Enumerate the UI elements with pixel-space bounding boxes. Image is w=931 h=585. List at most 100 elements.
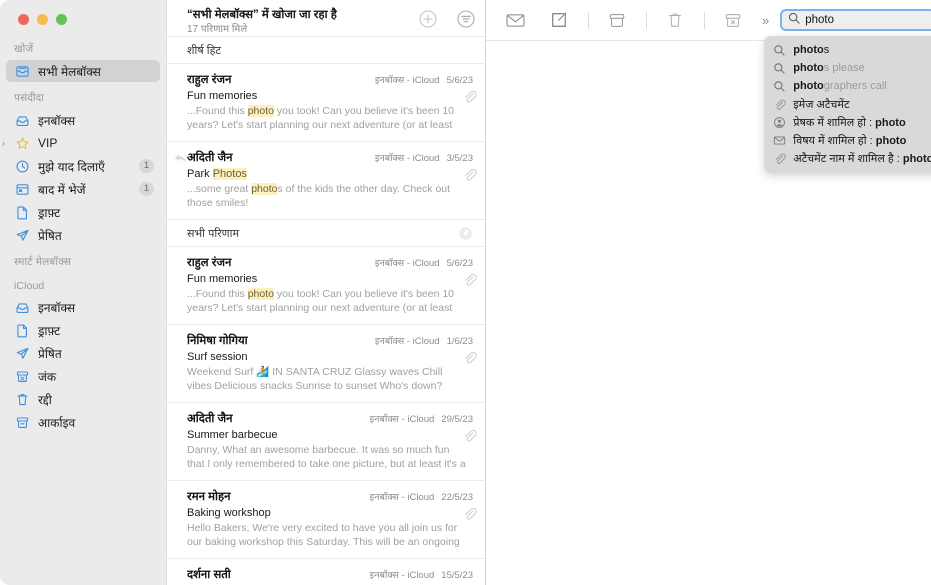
sidebar-item-draft[interactable]: ड्राफ़्ट (6, 319, 160, 341)
sidebar-item-label: प्रेषित (38, 345, 154, 362)
sidebar-item-inbox[interactable]: इनबॉक्स (6, 296, 160, 318)
suggestion-label: इमेज अटैचमेंट (793, 97, 849, 112)
message-preview: ...some great photos of the kids the oth… (187, 182, 473, 210)
paperclip-icon (462, 428, 473, 441)
all-mailboxes-icon (14, 63, 31, 79)
message-row[interactable]: निमिषा गोगियाइनबॉक्स - iCloud1/6/23Surf … (167, 325, 485, 403)
message-sender: राहुल रंजन (187, 255, 375, 270)
suggestion-item[interactable]: विषय में शामिल हो : photo (764, 131, 931, 149)
send-later-icon (14, 181, 31, 197)
message-subject: Fun memories (187, 90, 462, 102)
search-input[interactable] (805, 14, 931, 26)
sidebar-section-header: iCloud (0, 272, 166, 295)
message-row[interactable]: दर्शना सतीइनबॉक्स - iCloud15/5/235K trai… (167, 559, 485, 585)
message-row[interactable]: राहुल रंजनइनबॉक्स - iCloud5/6/23Fun memo… (167, 64, 485, 142)
sidebar-item-clock[interactable]: मुझे याद दिलाएँ1 (6, 155, 160, 177)
clock-icon (14, 158, 31, 174)
sidebar-item-all-mailboxes[interactable]: सभी मेलबॉक्स (6, 60, 160, 82)
sidebar-section-header: खोजें (0, 34, 166, 59)
message-sender: निमिषा गोगिया (187, 333, 375, 348)
sidebar-item-sent[interactable]: प्रेषित (6, 224, 160, 246)
sidebar-item-label: जंक (38, 368, 154, 385)
message-row[interactable]: राहुल रंजनइनबॉक्स - iCloud5/6/23Fun memo… (167, 247, 485, 325)
person-circle-icon (773, 116, 786, 129)
search-suggestions: photos photos please photographers call इमे… (764, 36, 931, 173)
sidebar-item-sent[interactable]: प्रेषित (6, 342, 160, 364)
archive-icon (14, 414, 31, 430)
sidebar-item-archive[interactable]: आर्काइव (6, 411, 160, 433)
sidebar-item-junk[interactable]: जंक (6, 365, 160, 387)
message-date: 29/5/23 (441, 414, 473, 425)
message-mailbox: इनबॉक्स - iCloud (375, 334, 440, 347)
paperclip-icon (773, 152, 786, 165)
paperclip-icon (462, 506, 473, 519)
suggestion-item[interactable]: photographers call (764, 77, 931, 95)
archive-box-icon[interactable] (602, 9, 632, 31)
sidebar-item-inbox[interactable]: इनबॉक्स (6, 109, 160, 131)
minimize-button[interactable] (37, 14, 48, 25)
sidebar-item-label: बाद में भेजें (38, 181, 139, 198)
paperclip-icon (462, 350, 473, 363)
search-field[interactable] (780, 9, 931, 31)
page-title: “सभी मेलबॉक्स” में खोजा जा रहा है (187, 8, 419, 22)
sidebar-item-label: मुझे याद दिलाएँ (38, 158, 139, 175)
sent-icon (14, 345, 31, 361)
paperclip-icon (773, 98, 786, 111)
message-row[interactable]: अदिती जैनइनबॉक्स - iCloud3/5/23Park Phot… (167, 142, 485, 220)
paperclip-icon (462, 272, 473, 285)
junk-box-icon[interactable] (718, 9, 748, 31)
sidebar-item-label: इनबॉक्स (38, 112, 154, 129)
refresh-icon[interactable] (458, 226, 473, 241)
message-subject: Baking workshop (187, 507, 462, 519)
message-date: 15/5/23 (441, 570, 473, 581)
suggestion-item[interactable]: इमेज अटैचमेंट (764, 95, 931, 113)
sent-icon (14, 227, 31, 243)
message-date: 22/5/23 (441, 492, 473, 503)
toolbar: » (486, 0, 931, 41)
compose-icon[interactable] (544, 9, 574, 31)
sidebar-item-label: प्रेषित (38, 227, 154, 244)
suggestion-label: photos please (793, 62, 865, 74)
sidebar-item-draft[interactable]: ड्राफ़्ट (6, 201, 160, 223)
sidebar-section-header: स्मार्ट मेलबॉक्स (0, 247, 166, 272)
filter-circle-icon[interactable] (457, 10, 475, 28)
close-button[interactable] (18, 14, 29, 25)
message-preview: Danny, What an awesome barbecue. It was … (187, 443, 473, 471)
zoom-button[interactable] (56, 14, 67, 25)
sidebar-item-send-later[interactable]: बाद में भेजें1 (6, 178, 160, 200)
reading-pane: » photos photos please photographers call इ… (486, 0, 931, 585)
sidebar-item-star[interactable]: ›VIP (6, 132, 160, 154)
message-group-header: सभी परिणाम (167, 220, 485, 247)
suggestion-item[interactable]: photos please (764, 59, 931, 77)
sidebar-item-trash[interactable]: रद्दी (6, 388, 160, 410)
result-count: 17 परिणाम मिले (187, 23, 419, 36)
message-subject: Summer barbecue (187, 429, 462, 441)
paperclip-icon (462, 167, 473, 180)
suggestion-item[interactable]: अटैचमेंट नाम में शामिल है : photo (764, 149, 931, 167)
search-icon (773, 80, 786, 93)
message-row[interactable]: अदिती जैनइनबॉक्स - iCloud29/5/23Summer b… (167, 403, 485, 481)
plus-circle-icon[interactable] (419, 10, 437, 28)
message-preview: Hello Bakers, We're very excited to have… (187, 521, 473, 549)
toolbar-divider (704, 12, 705, 29)
suggestion-item[interactable]: प्रेषक में शामिल हो : photo (764, 113, 931, 131)
message-row[interactable]: रमन मोहनइनबॉक्स - iCloud22/5/23Baking wo… (167, 481, 485, 559)
message-mailbox: इनबॉक्स - iCloud (370, 412, 435, 425)
message-mailbox: इनबॉक्स - iCloud (370, 490, 435, 503)
message-subject: Surf session (187, 351, 462, 363)
sidebar-item-label: VIP (38, 136, 154, 150)
envelope-icon[interactable] (500, 9, 530, 31)
suggestion-label: विषय में शामिल हो : photo (793, 133, 906, 148)
suggestion-label: अटैचमेंट नाम में शामिल है : photo (793, 151, 931, 166)
suggestion-item[interactable]: photos (764, 41, 931, 59)
message-subject: Fun memories (187, 273, 462, 285)
sidebar: खोजेंसभी मेलबॉक्सपसंदीदाइनबॉक्स›VIPमुझे … (0, 0, 167, 585)
message-date: 3/5/23 (447, 153, 473, 164)
trash-icon[interactable] (660, 9, 690, 31)
sidebar-item-label: ड्राफ़्ट (38, 322, 154, 339)
search-icon (788, 11, 800, 29)
chevron-right-icon[interactable]: › (2, 138, 5, 148)
inbox-icon (14, 112, 31, 128)
group-title: सभी परिणाम (187, 226, 458, 241)
chevron-double-right-icon[interactable]: » (762, 13, 770, 28)
